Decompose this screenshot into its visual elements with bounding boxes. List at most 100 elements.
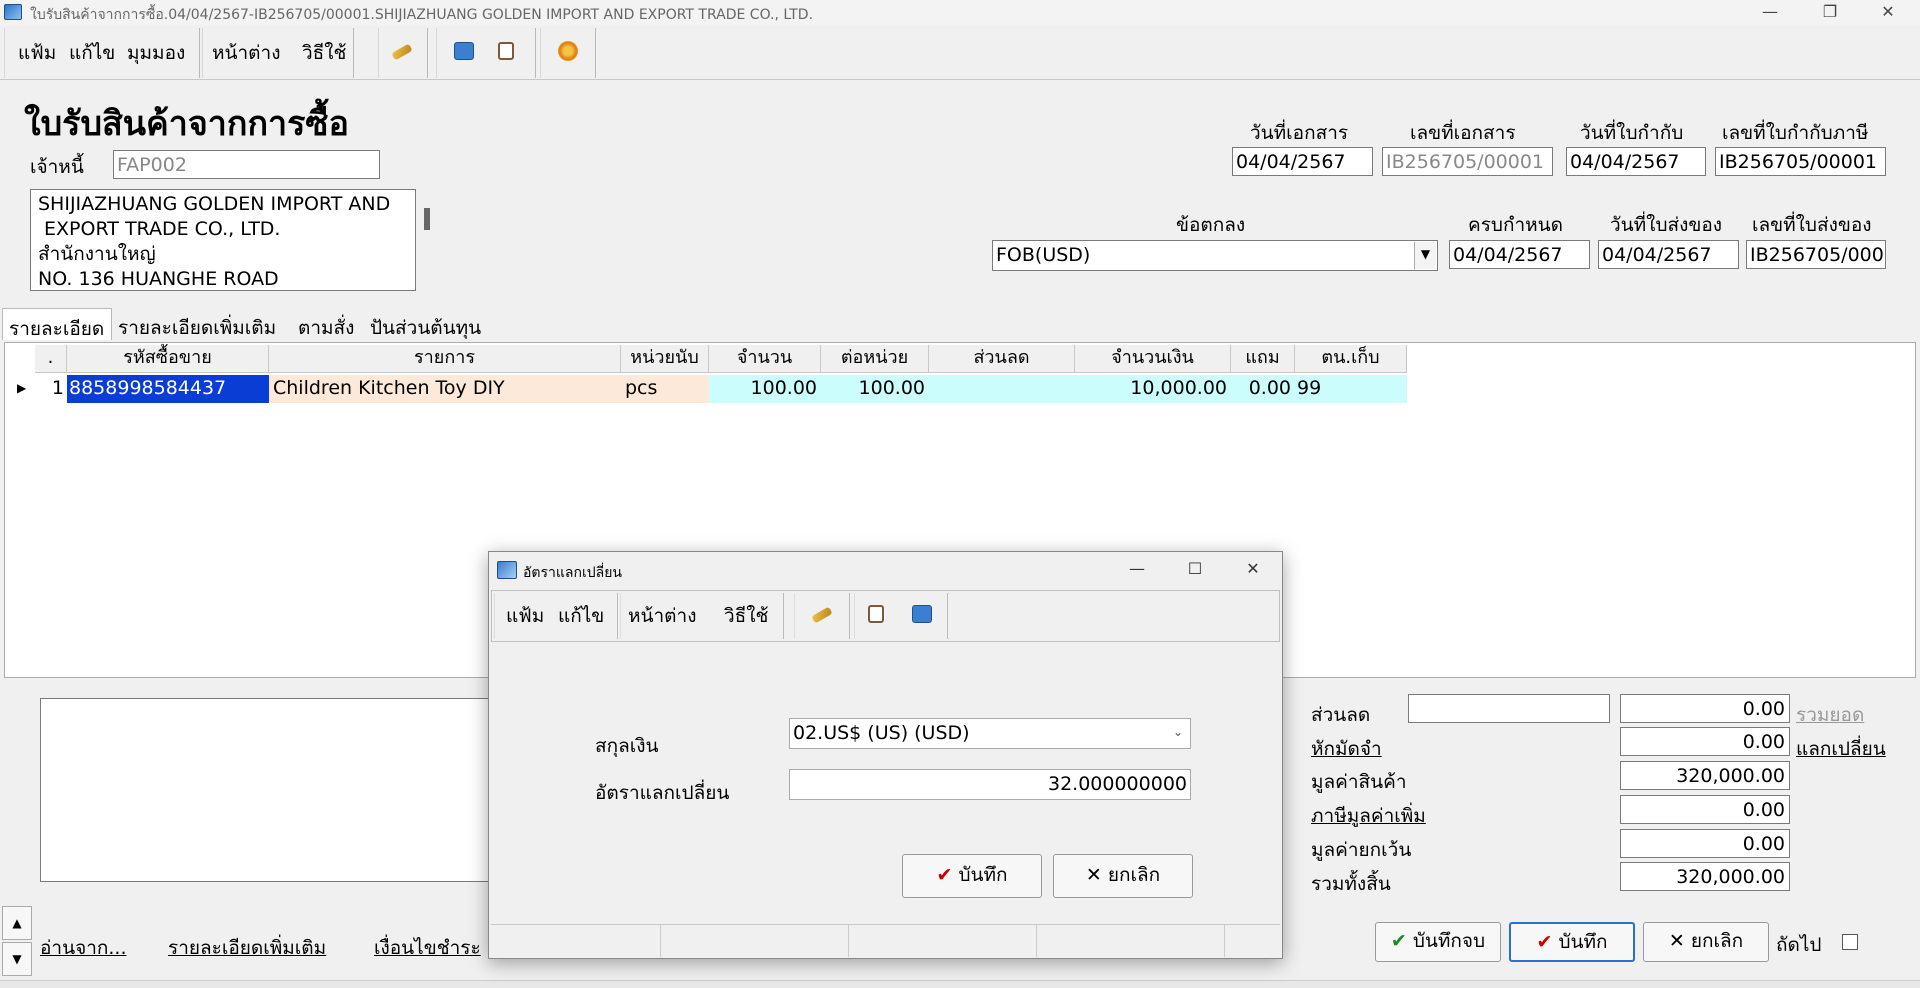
currency-label: สกุลเงิน bbox=[595, 735, 659, 757]
col-header-item[interactable]: รายการ bbox=[269, 345, 621, 373]
status-bar bbox=[0, 980, 1920, 988]
col-header-qty[interactable]: จำนวน bbox=[709, 345, 821, 373]
minimize-button[interactable]: — bbox=[1740, 0, 1800, 26]
address-line: SHIJIAZHUANG GOLDEN IMPORT AND bbox=[38, 193, 391, 215]
dialog-menu-help[interactable]: วิธีใช้ bbox=[724, 601, 768, 631]
target-icon[interactable] bbox=[558, 41, 578, 61]
clipboard-icon[interactable] bbox=[498, 42, 514, 60]
currency-select[interactable]: 02.US$ (US) (USD) bbox=[789, 718, 1191, 749]
dialog-minimize-button[interactable]: — bbox=[1109, 556, 1165, 584]
table-cell-index[interactable]: 1 bbox=[35, 375, 67, 403]
table-cell-free[interactable]: 0.00 bbox=[1231, 375, 1295, 403]
col-header-unit[interactable]: หน่วยนับ bbox=[621, 345, 709, 373]
col-header-code[interactable]: รหัสซื้อขาย bbox=[67, 345, 269, 373]
tax-inv-no-label: เลขที่ใบกำกับภาษี bbox=[1722, 122, 1869, 144]
spin-up-button[interactable]: ▲ bbox=[2, 906, 32, 940]
summary-deposit-value[interactable]: 0.00 bbox=[1620, 727, 1790, 756]
col-header-discount[interactable]: ส่วนลด bbox=[929, 345, 1075, 373]
dialog-cancel-button[interactable]: ✕ ยกเลิก bbox=[1053, 854, 1193, 898]
dialog-app-icon bbox=[497, 561, 517, 579]
creditor-address-box[interactable]: SHIJIAZHUANG GOLDEN IMPORT AND EXPORT TR… bbox=[30, 189, 416, 291]
tax-inv-date-field[interactable]: 04/04/2567 bbox=[1566, 147, 1706, 176]
address-line: สำนักงานใหญ่ bbox=[38, 243, 156, 265]
more-details-link[interactable]: รายละเอียดเพิ่มเติม bbox=[168, 933, 326, 963]
table-cell-unit-price[interactable]: 100.00 bbox=[821, 375, 929, 403]
dialog-menu-edit[interactable]: แก้ไข bbox=[558, 601, 604, 631]
vat-value[interactable]: 0.00 bbox=[1620, 795, 1790, 824]
dialog-save-label: บันทึก bbox=[958, 864, 1008, 886]
dialog-save-button[interactable]: ✔ บันทึก bbox=[902, 854, 1042, 898]
goods-value[interactable]: 320,000.00 bbox=[1620, 761, 1790, 790]
table-cell-item[interactable]: Children Kitchen Toy DIY bbox=[269, 375, 621, 403]
vat-link[interactable]: ภาษีมูลค่าเพิ่ม bbox=[1311, 801, 1426, 831]
tax-inv-date-label: วันที่ใบกำกับ bbox=[1580, 122, 1684, 144]
summary-discount-value[interactable]: 0.00 bbox=[1620, 694, 1790, 723]
app-icon bbox=[4, 4, 22, 20]
dialog-maximize-button[interactable]: ☐ bbox=[1167, 556, 1223, 584]
address-scroll-thumb[interactable] bbox=[424, 208, 430, 230]
tab-more-details[interactable]: รายละเอียดเพิ่มเติม bbox=[112, 308, 292, 340]
save-label: บันทึก bbox=[1558, 931, 1608, 953]
grand-total-value[interactable]: 320,000.00 bbox=[1620, 862, 1790, 891]
save-close-button[interactable]: ✔ บันทึกจบ bbox=[1375, 922, 1501, 962]
col-header-unit-price[interactable]: ต่อหน่วย bbox=[821, 345, 929, 373]
table-cell-code[interactable]: 8858998584437 bbox=[67, 375, 269, 403]
dialog-close-button[interactable]: ✕ bbox=[1225, 556, 1281, 584]
close-icon: ✕ bbox=[1085, 864, 1102, 886]
dialog-menu-file[interactable]: แฟ้ม bbox=[506, 601, 544, 631]
delivery-date-field[interactable]: 04/04/2567 bbox=[1598, 240, 1739, 269]
summary-discount-label: ส่วนลด bbox=[1311, 704, 1371, 726]
payment-terms-link[interactable]: เงื่อนไขชำระ bbox=[374, 933, 481, 963]
calculator-icon[interactable] bbox=[912, 605, 932, 623]
clipboard-icon[interactable] bbox=[868, 605, 884, 623]
restore-button[interactable]: ❐ bbox=[1800, 0, 1860, 26]
col-header-amount[interactable]: จำนวนเงิน bbox=[1075, 345, 1231, 373]
menu-edit[interactable]: แก้ไข bbox=[69, 38, 115, 68]
next-label: ถัดไป bbox=[1776, 934, 1822, 956]
next-checkbox[interactable] bbox=[1842, 934, 1858, 950]
doc-date-field[interactable]: 04/04/2567 bbox=[1232, 147, 1373, 176]
doc-date-label: วันที่เอกสาร bbox=[1250, 122, 1349, 144]
delivery-no-field[interactable]: IB256705/0000 bbox=[1746, 240, 1886, 269]
menu-file[interactable]: แฟ้ม bbox=[18, 38, 56, 68]
chevron-down-icon[interactable]: ▼ bbox=[1414, 242, 1436, 269]
chevron-down-icon[interactable]: ⌄ bbox=[1167, 720, 1189, 747]
goods-value-label: มูลค่าสินค้า bbox=[1311, 771, 1407, 793]
read-from-link[interactable]: อ่านจาก... bbox=[40, 933, 127, 963]
summary-discount-text[interactable] bbox=[1408, 694, 1610, 723]
exempt-value[interactable]: 0.00 bbox=[1620, 829, 1790, 858]
table-cell-qty[interactable]: 100.00 bbox=[709, 375, 821, 403]
tab-cost-allocation[interactable]: ปันส่วนต้นทุน bbox=[364, 308, 490, 340]
dialog-status-bar bbox=[491, 924, 1280, 957]
cancel-button[interactable]: ✕ ยกเลิก bbox=[1643, 922, 1769, 962]
cancel-label: ยกเลิก bbox=[1690, 930, 1744, 952]
tool-group-2 bbox=[436, 28, 536, 78]
doc-no-field[interactable]: IB256705/00001 bbox=[1382, 147, 1553, 176]
menu-window[interactable]: หน้าต่าง bbox=[212, 38, 280, 68]
table-cell-store[interactable]: 99 bbox=[1295, 375, 1407, 403]
creditor-code-field[interactable]: FAP002 bbox=[113, 150, 380, 179]
col-header-index[interactable]: . bbox=[35, 345, 67, 373]
col-header-store[interactable]: ตน.เก็บ bbox=[1295, 345, 1407, 373]
exchange-link[interactable]: แลกเปลี่ยน bbox=[1796, 734, 1886, 764]
status-segment bbox=[491, 925, 661, 957]
table-cell-discount[interactable] bbox=[929, 375, 1075, 403]
tab-per-order[interactable]: ตามสั่ง bbox=[292, 308, 364, 340]
menu-help[interactable]: วิธีใช้ bbox=[302, 38, 346, 68]
dialog-menu-window[interactable]: หน้าต่าง bbox=[628, 601, 696, 631]
terms-combo[interactable]: FOB(USD) bbox=[992, 240, 1438, 271]
total-link[interactable]: รวมยอด bbox=[1796, 700, 1864, 730]
save-button[interactable]: ✔ บันทึก bbox=[1509, 922, 1635, 962]
table-cell-unit[interactable]: pcs bbox=[621, 375, 709, 403]
calculator-icon[interactable] bbox=[454, 42, 474, 60]
menu-view[interactable]: มุมมอง bbox=[127, 38, 185, 68]
spin-down-button[interactable]: ▼ bbox=[2, 942, 32, 976]
close-button[interactable]: ✕ bbox=[1858, 0, 1918, 26]
due-date-field[interactable]: 04/04/2567 bbox=[1449, 240, 1590, 269]
tab-details[interactable]: รายละเอียด bbox=[2, 308, 112, 340]
tax-inv-no-field[interactable]: IB256705/00001 bbox=[1715, 147, 1886, 176]
rate-input[interactable]: 32.000000000 bbox=[789, 769, 1191, 800]
deposit-link[interactable]: หักมัดจำ bbox=[1311, 734, 1382, 764]
table-cell-amount[interactable]: 10,000.00 bbox=[1075, 375, 1231, 403]
col-header-free[interactable]: แถม bbox=[1231, 345, 1295, 373]
